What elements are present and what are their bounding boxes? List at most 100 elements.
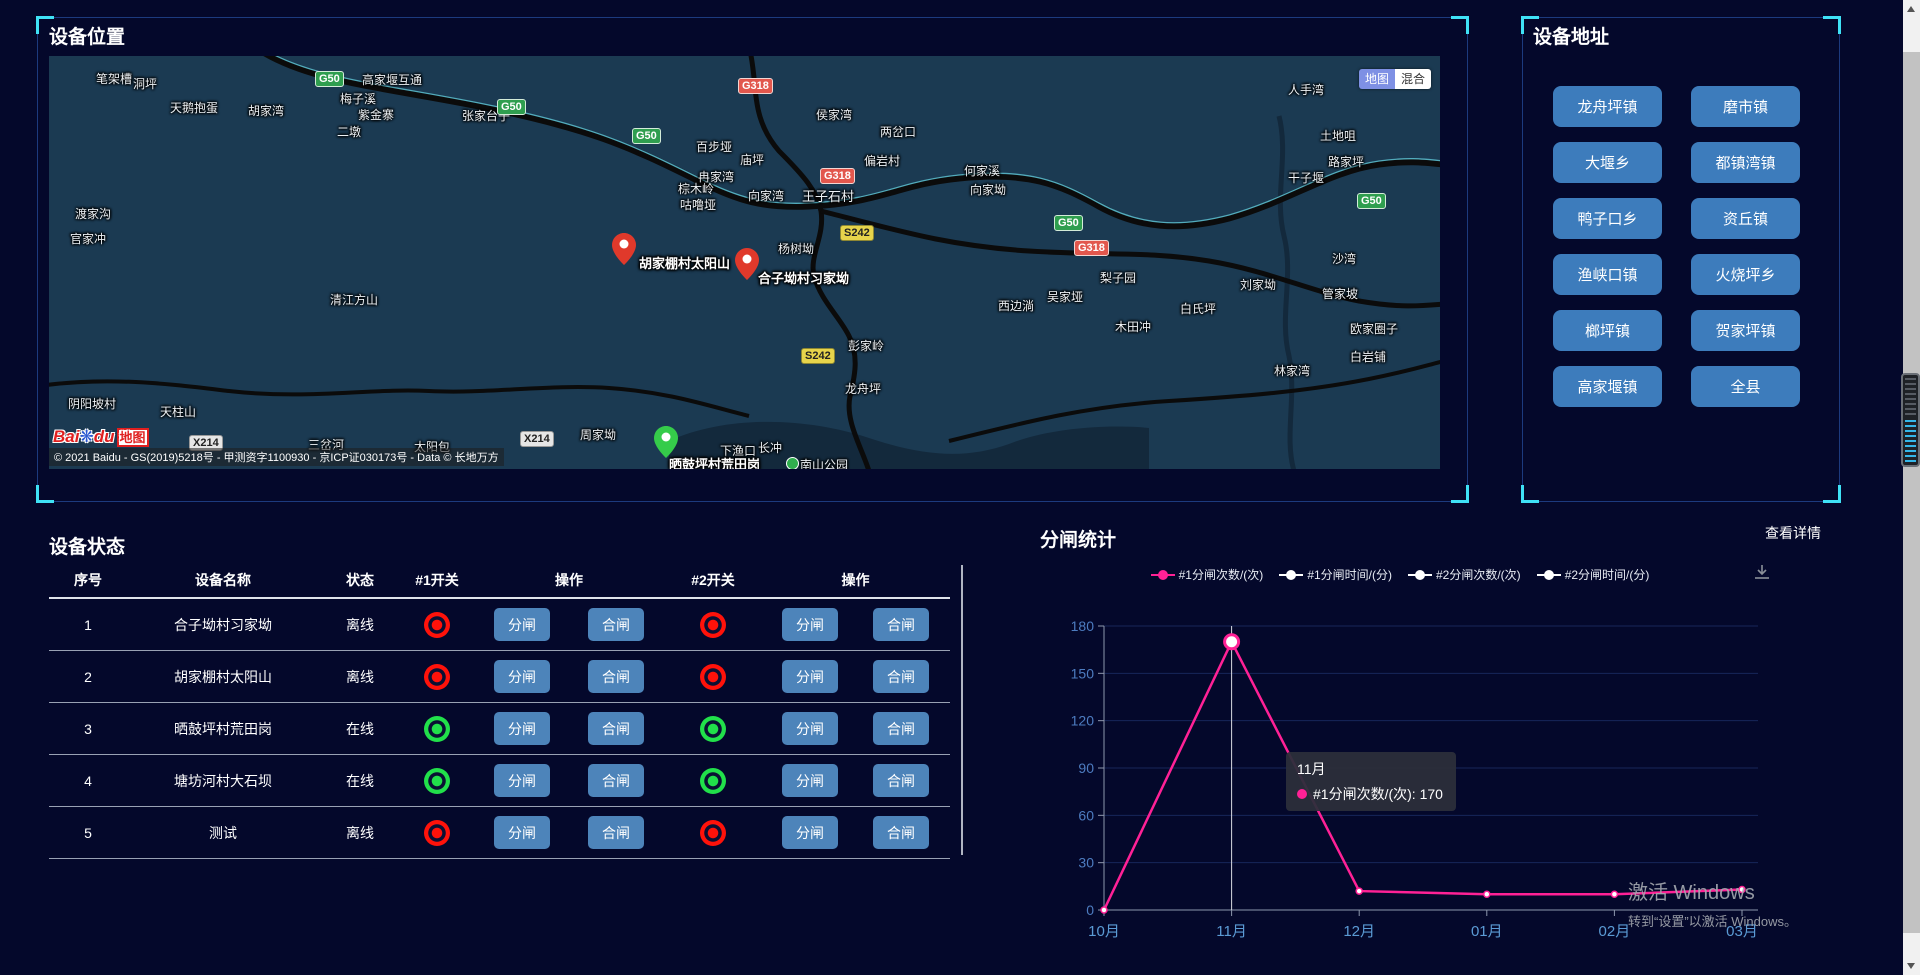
device-pin[interactable]: [735, 248, 759, 280]
download-icon[interactable]: [1752, 562, 1772, 587]
page-scrollbar[interactable]: [1903, 0, 1920, 975]
close-switch1-button[interactable]: 合闸: [588, 816, 644, 849]
road-shield-g50: G50: [632, 128, 661, 144]
map-place-label: 向家湾: [748, 187, 784, 204]
device-no: 2: [49, 669, 127, 685]
map-place-label: 人手湾: [1288, 81, 1324, 98]
switch2-indicator: [700, 716, 726, 742]
open-switch1-button[interactable]: 分闸: [494, 764, 550, 797]
map-type-map-button[interactable]: 地图: [1359, 69, 1395, 89]
close-switch1-button[interactable]: 合闸: [588, 660, 644, 693]
svg-text:90: 90: [1078, 760, 1094, 776]
close-switch1-button[interactable]: 合闸: [588, 764, 644, 797]
address-button-moshi[interactable]: 磨市镇: [1691, 86, 1800, 127]
scrollbar-thumb[interactable]: [1903, 52, 1920, 933]
map-place-label: 梨子园: [1100, 269, 1136, 286]
view-details-link[interactable]: 查看详情: [1765, 523, 1821, 543]
map-place-label: 天柱山: [160, 403, 196, 420]
close-switch2-button[interactable]: 合闸: [873, 764, 929, 797]
switch2-indicator: [700, 664, 726, 690]
address-button-yazikou[interactable]: 鸭子口乡: [1553, 198, 1662, 239]
dashboard: 设备位置 笔架槽 洞坪 天鹅抱蛋 胡家湾 高家堰互通 梅子溪 紫金寨 二墩 张家…: [0, 0, 1920, 975]
scroll-indicator-widget: [1901, 373, 1920, 467]
address-button-hejiaping[interactable]: 贺家坪镇: [1691, 310, 1800, 351]
map-place-label: 吴家垭: [1047, 288, 1083, 305]
address-button-langping[interactable]: 榔坪镇: [1553, 310, 1662, 351]
open-switch2-button[interactable]: 分闸: [782, 608, 838, 641]
legend-item-series2[interactable]: #1分闸时间/(分): [1279, 566, 1392, 583]
device-no: 1: [49, 617, 127, 633]
map-place-label: 王子石村: [802, 186, 854, 205]
map-place-label: 杨树坳: [778, 240, 814, 257]
open-switch2-button[interactable]: 分闸: [782, 816, 838, 849]
close-switch2-button[interactable]: 合闸: [873, 712, 929, 745]
scroll-indicator-stripes: [1905, 378, 1916, 416]
device-no: 4: [49, 773, 127, 789]
baidu-map[interactable]: 笔架槽 洞坪 天鹅抱蛋 胡家湾 高家堰互通 梅子溪 紫金寨 二墩 张家台子 百步…: [49, 56, 1440, 469]
address-button-ziqiu[interactable]: 资丘镇: [1691, 198, 1800, 239]
switch1-indicator: [424, 820, 450, 846]
legend-item-series4[interactable]: #2分闸时间/(分): [1537, 566, 1650, 583]
svg-text:150: 150: [1071, 665, 1095, 681]
open-switch1-button[interactable]: 分闸: [494, 608, 550, 641]
legend-item-series3[interactable]: #2分闸次数/(次): [1408, 566, 1521, 583]
table-header-row: 序号 设备名称 状态 #1开关 操作 #2开关 操作: [49, 563, 950, 599]
address-button-duzhenwan[interactable]: 都镇湾镇: [1691, 142, 1800, 183]
legend-item-series1[interactable]: #1分闸次数/(次): [1151, 566, 1264, 583]
table-row: 2 胡家棚村太阳山 离线 分闸合闸 分闸合闸: [49, 651, 950, 703]
close-switch1-button[interactable]: 合闸: [588, 608, 644, 641]
address-button-dayan[interactable]: 大堰乡: [1553, 142, 1662, 183]
device-pin-label: 晒鼓坪村荒田岗: [669, 454, 760, 469]
map-place-label: 天鹅抱蛋: [170, 99, 218, 116]
close-switch2-button[interactable]: 合闸: [873, 816, 929, 849]
open-switch1-button[interactable]: 分闸: [494, 660, 550, 693]
map-place-label: 彭家岭: [848, 337, 884, 354]
address-button-quanxian[interactable]: 全县: [1691, 366, 1800, 407]
close-switch1-button[interactable]: 合闸: [588, 712, 644, 745]
open-switch2-button[interactable]: 分闸: [782, 712, 838, 745]
switch2-indicator: [700, 612, 726, 638]
map-place-label: 木田冲: [1115, 318, 1151, 335]
table-scrollbar[interactable]: [961, 565, 963, 855]
chart-tooltip: 11月 #1分闸次数/(次): 170: [1286, 752, 1456, 811]
windows-activation-watermark: 激活 Windows 转到“设置”以激活 Windows。: [1628, 876, 1797, 930]
map-place-label: 周家坳: [580, 426, 616, 443]
map-type-hybrid-button[interactable]: 混合: [1395, 69, 1431, 89]
open-switch1-button[interactable]: 分闸: [494, 816, 550, 849]
close-switch2-button[interactable]: 合闸: [873, 608, 929, 641]
map-place-label: 百步垭: [696, 138, 732, 155]
scrollbar-down-arrow-icon[interactable]: [1907, 963, 1915, 969]
map-place-label: 笔架槽: [96, 70, 132, 87]
tooltip-series-dot: [1297, 789, 1307, 799]
svg-text:30: 30: [1078, 855, 1094, 871]
svg-text:0: 0: [1086, 902, 1094, 918]
map-place-label: 长冲: [758, 439, 782, 456]
road-shield-g50: G50: [1054, 215, 1083, 231]
map-place-label: 两岔口: [880, 123, 916, 140]
map-place-label: 紫金寨: [358, 106, 394, 123]
col-header-switch2: #2开关: [665, 570, 761, 590]
tooltip-title: 11月: [1297, 759, 1445, 779]
open-switch1-button[interactable]: 分闸: [494, 712, 550, 745]
col-header-no: 序号: [49, 570, 127, 590]
col-header-name: 设备名称: [127, 570, 319, 590]
scrollbar-up-arrow-icon[interactable]: [1907, 6, 1915, 12]
close-switch2-button[interactable]: 合闸: [873, 660, 929, 693]
open-switch2-button[interactable]: 分闸: [782, 660, 838, 693]
map-place-label: 刘家坳: [1240, 276, 1276, 293]
device-name: 胡家棚村太阳山: [127, 667, 319, 687]
map-place-label: 渡家沟: [75, 205, 111, 222]
device-no: 5: [49, 825, 127, 841]
park-poi-icon: [786, 457, 799, 469]
svg-text:01月: 01月: [1471, 923, 1503, 940]
address-button-longzhouping[interactable]: 龙舟坪镇: [1553, 86, 1662, 127]
switch1-indicator: [424, 716, 450, 742]
device-name: 塘坊河村大石坝: [127, 771, 319, 791]
switch1-indicator: [424, 768, 450, 794]
address-button-huoshaoping[interactable]: 火烧坪乡: [1691, 254, 1800, 295]
device-pin[interactable]: [612, 233, 636, 265]
address-button-gaojiayan[interactable]: 高家堰镇: [1553, 366, 1662, 407]
address-button-yuxiakou[interactable]: 渔峡口镇: [1553, 254, 1662, 295]
svg-text:02月: 02月: [1599, 923, 1631, 940]
open-switch2-button[interactable]: 分闸: [782, 764, 838, 797]
